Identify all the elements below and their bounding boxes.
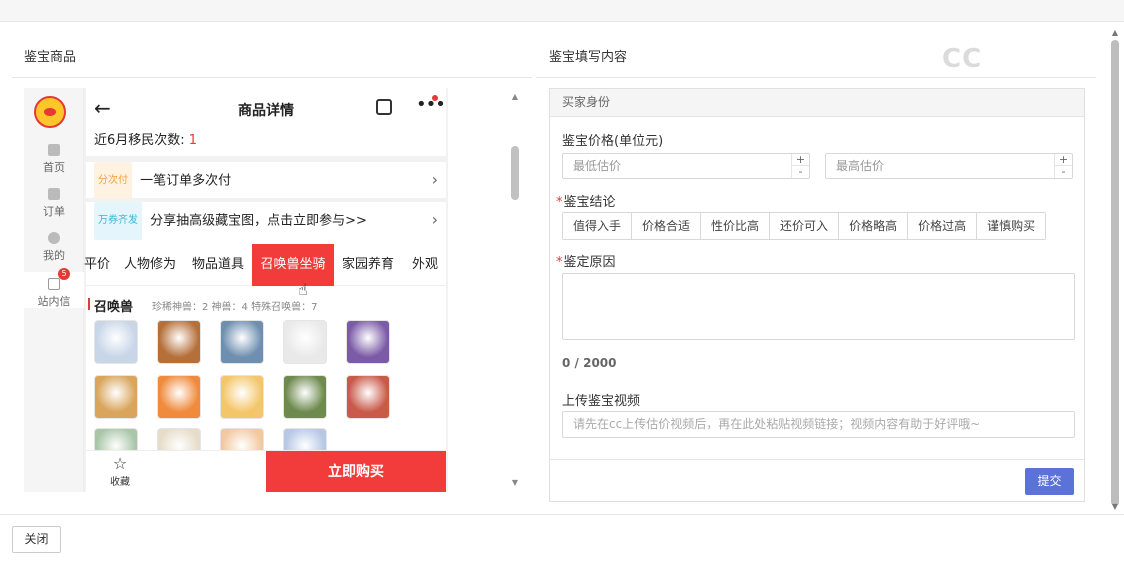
option-fair-price[interactable]: 价格合适 (632, 213, 702, 239)
section-header: 买家身份 (550, 89, 1084, 117)
conclusion-label: *鉴宝结论 (556, 195, 616, 210)
option-bargain[interactable]: 还价可入 (770, 213, 840, 239)
chevron-right-icon: › (431, 210, 438, 229)
minus-icon[interactable]: - (1055, 166, 1072, 178)
scroll-up-icon[interactable]: ▲ (1108, 28, 1122, 37)
conclusion-options: 值得入手 价格合适 性价比高 还价可入 价格略高 价格过高 谨慎购买 (562, 212, 1047, 240)
phone-screen: ← 商品详情 ••• 近6月移民次数: 1 分次付 一笔订单多次付 › 万券齐发… (84, 88, 446, 492)
price-label: 鉴宝价格(单位元) (562, 134, 664, 149)
divider (550, 459, 1084, 460)
reason-textarea[interactable] (562, 273, 1075, 340)
preview-scrollbar[interactable]: ▲ ▼ (510, 88, 520, 492)
tab-home[interactable]: 家园养育 (342, 244, 394, 286)
home-icon (48, 144, 60, 156)
option-too-high[interactable]: 价格过高 (908, 213, 978, 239)
top-strip (0, 0, 1124, 22)
summon-avatar[interactable] (94, 375, 138, 419)
tab-items[interactable]: 物品道具 (192, 244, 244, 286)
required-mark: * (556, 195, 563, 210)
scroll-down-icon[interactable]: ▼ (1108, 502, 1122, 511)
option-worth-buying[interactable]: 值得入手 (563, 213, 633, 239)
scroll-thumb[interactable] (511, 146, 519, 200)
required-mark: * (556, 255, 563, 270)
max-price-stepper[interactable]: + - (1054, 154, 1072, 178)
favorite-button[interactable]: ☆ 收藏 (110, 454, 130, 489)
summon-avatar[interactable] (283, 320, 327, 364)
close-button[interactable]: 关闭 (12, 526, 61, 553)
notification-dot (432, 95, 438, 101)
tab-appearance[interactable]: 外观 (412, 244, 438, 286)
message-badge: 5 (58, 268, 70, 280)
page-scrollbar[interactable]: ▲ ▼ (1108, 28, 1122, 514)
left-pane-title: 鉴宝商品 (24, 50, 77, 65)
tab-character[interactable]: 人物修为 (124, 244, 176, 286)
more-icon[interactable]: ••• (416, 94, 446, 115)
appraisal-form: 买家身份 鉴宝价格(单位元) 最低估价 + - 最高估价 + - *鉴宝结论 值得入… (549, 88, 1085, 502)
share-icon[interactable] (376, 99, 392, 115)
scroll-up-icon[interactable]: ▲ (510, 92, 520, 101)
option-good-value[interactable]: 性价比高 (701, 213, 771, 239)
app-logo-icon (34, 96, 66, 128)
star-icon: ☆ (112, 454, 128, 473)
phone-title: 商品详情 (238, 103, 294, 119)
summon-avatar[interactable] (94, 320, 138, 364)
product-preview: 首页 订单 我的 5 站内信 ← 商品详情 ••• 近6月移民次数: 1 分次付… (24, 88, 448, 492)
summons-title: 召唤兽 (87, 296, 133, 315)
video-label: 上传鉴宝视频 (562, 394, 641, 409)
summon-avatar[interactable] (346, 320, 390, 364)
migration-row: 近6月移民次数: 1 (86, 128, 446, 156)
phone-header: ← 商品详情 ••• (86, 88, 446, 128)
minus-icon[interactable]: - (792, 166, 809, 178)
watermark-logo: CC (942, 44, 983, 74)
summon-avatar[interactable] (283, 375, 327, 419)
rail-item-orders[interactable]: 订单 (24, 188, 84, 219)
right-pane-title: 鉴宝填写内容 (549, 50, 628, 65)
min-price-input[interactable]: 最低估价 + - (562, 153, 810, 179)
option-cautious[interactable]: 谨慎购买 (977, 213, 1046, 239)
order-icon (48, 188, 60, 200)
divider (0, 514, 1124, 515)
buy-now-button[interactable]: 立即购买 (266, 451, 446, 492)
scroll-down-icon[interactable]: ▼ (510, 478, 520, 487)
promo-row[interactable]: 万券齐发 分享抽高级藏宝图，点击立即参与>> › (86, 202, 446, 240)
rail-item-home[interactable]: 首页 (24, 144, 84, 175)
summons-stats: 珍稀神兽：2 神兽：4 特殊召唤兽：7 (152, 302, 318, 313)
rail-item-me[interactable]: 我的 (24, 232, 84, 263)
category-tabs: 平价 人物修为 物品道具 召唤兽坐骑 家园养育 外观 (84, 244, 446, 286)
summon-avatar[interactable] (157, 375, 201, 419)
installment-tag: 分次付 (94, 162, 132, 200)
user-icon (48, 232, 60, 244)
tab-summons[interactable]: 召唤兽坐骑 (252, 244, 334, 286)
divider (12, 77, 532, 78)
option-slightly-high[interactable]: 价格略高 (839, 213, 909, 239)
scroll-thumb[interactable] (1111, 40, 1119, 506)
max-price-input[interactable]: 最高估价 + - (825, 153, 1073, 179)
summon-avatar[interactable] (220, 375, 264, 419)
rail-item-messages[interactable]: 5 站内信 (24, 268, 84, 308)
summon-avatar[interactable] (346, 375, 390, 419)
hand-cursor-icon: ☝ (298, 280, 308, 299)
video-link-input[interactable]: 请先在cc上传估价视频后，再在此处粘贴视频链接；视频内容有助于好评哦~ (562, 411, 1075, 438)
promo-tag: 万券齐发 (94, 202, 142, 240)
phone-bottom-bar: ☆ 收藏 立即购买 (86, 450, 446, 492)
min-price-stepper[interactable]: + - (791, 154, 809, 178)
summon-avatar[interactable] (220, 320, 264, 364)
side-rail: 首页 订单 我的 5 站内信 (24, 88, 84, 492)
tab-price[interactable]: 平价 (84, 244, 110, 286)
chevron-right-icon: › (431, 170, 438, 189)
mail-icon (48, 278, 60, 290)
submit-button[interactable]: 提交 (1025, 468, 1074, 495)
char-counter: 0 / 2000 (562, 356, 617, 370)
summon-avatar[interactable] (157, 320, 201, 364)
reason-label: *鉴定原因 (556, 255, 616, 270)
divider (536, 77, 1096, 78)
installment-row[interactable]: 分次付 一笔订单多次付 › (86, 162, 446, 200)
